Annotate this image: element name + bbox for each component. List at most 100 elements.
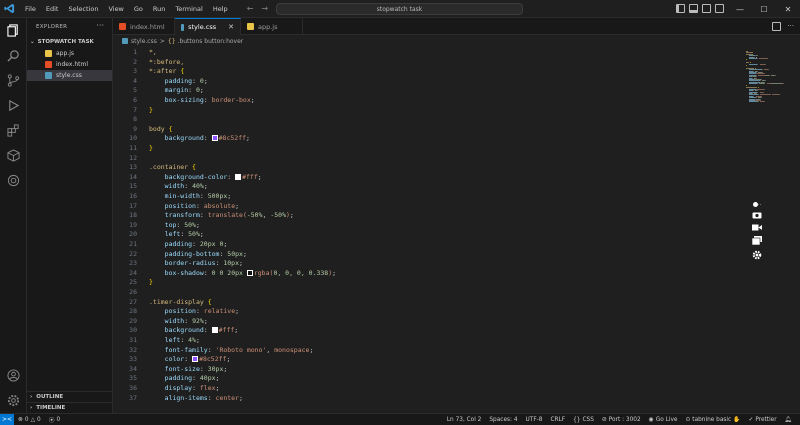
line-number: 32: [129, 345, 137, 354]
prettier-status[interactable]: ✓ Prettier: [744, 417, 780, 423]
file-tree: app.js index.html style.css: [27, 48, 112, 81]
token: display: [164, 384, 193, 392]
language-mode[interactable]: {} CSS: [569, 417, 598, 423]
chatgpt-icon[interactable]: [6, 173, 21, 188]
token: ;: [223, 240, 228, 248]
account-icon[interactable]: [6, 368, 21, 383]
palette-icon[interactable]: ··: [752, 200, 762, 209]
copy-icon[interactable]: [752, 236, 762, 245]
breadcrumb-file[interactable]: style.css: [131, 38, 157, 45]
menu-edit[interactable]: Edit: [41, 0, 64, 18]
camera-icon[interactable]: [752, 210, 762, 219]
menu-terminal[interactable]: Terminal: [170, 0, 207, 18]
go-live-button[interactable]: ◉ Go Live: [645, 417, 682, 423]
remote-indicator-icon[interactable]: ><: [0, 413, 14, 425]
extensions-icon[interactable]: [6, 123, 21, 138]
braces-icon: {}: [573, 417, 581, 423]
code-text: min-width: 500px;: [149, 191, 232, 201]
explorer-icon[interactable]: [6, 23, 21, 38]
gear-icon[interactable]: [752, 250, 762, 259]
token: padding-bottom: [164, 249, 220, 258]
line-number: 6: [133, 96, 137, 104]
notifications-bell-icon[interactable]: 🔔︎: [781, 417, 796, 423]
symbol-icon: {}: [167, 37, 176, 45]
split-editor-icon[interactable]: [772, 22, 782, 31]
line-number: 18: [129, 211, 137, 220]
code-text: align-items: center;: [149, 393, 243, 403]
token: width: [164, 182, 185, 191]
timeline-section[interactable]: › TIMELINE: [27, 402, 113, 413]
folder-stopwatch-task[interactable]: ⌄ STOPWATCH TASK: [27, 36, 112, 48]
encoding[interactable]: UTF-8: [522, 417, 547, 423]
menu-run[interactable]: Run: [148, 0, 170, 18]
file-item[interactable]: index.html: [27, 59, 112, 70]
file-label: index.html: [56, 61, 88, 68]
menu-go[interactable]: Go: [129, 0, 148, 18]
tab-label: index.html: [130, 22, 165, 31]
run-debug-icon[interactable]: [6, 98, 21, 113]
port-indicator[interactable]: ⊘ Port : 3002: [598, 417, 645, 423]
token: ;: [239, 259, 243, 268]
toggle-primary-sidebar-icon[interactable]: [676, 4, 685, 13]
tab-style-css[interactable]: style.css ✕: [175, 18, 241, 35]
tab-index-html[interactable]: index.html: [113, 18, 175, 35]
code-editor[interactable]: 1 *, 2 *:before, 3 *:after {4 padding: 0; 5 ma…: [113, 47, 743, 413]
token: :: [180, 336, 189, 344]
token: font-size: [164, 364, 200, 373]
line-ending[interactable]: CRLF: [546, 417, 569, 423]
menu-view[interactable]: View: [103, 0, 128, 18]
tabnine-status[interactable]: ⊙ tabnine basic ✋: [681, 417, 744, 423]
source-control-icon[interactable]: [6, 73, 21, 88]
command-center-search[interactable]: stopwatch task: [276, 3, 523, 15]
customize-layout-icon[interactable]: [715, 4, 724, 13]
code-line: 35 padding: 40px;: [113, 373, 743, 383]
forward-arrow-icon[interactable]: →: [261, 4, 268, 13]
file-item[interactable]: style.css: [27, 70, 112, 81]
settings-gear-icon[interactable]: [6, 393, 21, 408]
close-window-icon[interactable]: ✕: [776, 0, 800, 18]
outline-section[interactable]: › OUTLINE: [27, 391, 113, 402]
code-line: 33 color: #8c52ff;: [113, 354, 743, 364]
go-live-label: Go Live: [655, 417, 678, 423]
token: ;: [226, 355, 231, 364]
token: ;: [203, 182, 208, 191]
code-text: padding: 40px;: [149, 373, 220, 383]
color-swatch[interactable]: [211, 327, 218, 334]
toggle-panel-icon[interactable]: [689, 4, 698, 13]
minimap-line: [758, 58, 767, 59]
color-swatch[interactable]: [192, 356, 199, 363]
remote-explorer-icon[interactable]: [6, 148, 21, 163]
more-actions-icon[interactable]: ···: [787, 22, 794, 31]
token: rgba(: [253, 268, 274, 277]
indentation[interactable]: Spaces: 4: [485, 417, 521, 423]
more-actions-icon[interactable]: ···: [96, 21, 104, 30]
problems-indicator[interactable]: ⊗ 0 △ 0: [14, 417, 45, 423]
color-swatch[interactable]: [246, 269, 253, 276]
toggle-secondary-sidebar-icon[interactable]: [702, 4, 711, 13]
search-icon[interactable]: [6, 48, 21, 63]
token: top: [164, 220, 177, 229]
ports-indicator[interactable]: ⦿ 0: [45, 415, 65, 425]
line-number: 14: [129, 172, 137, 181]
line-number: 20: [129, 230, 137, 239]
breadcrumb-symbol[interactable]: .buttons button:hover: [178, 38, 244, 45]
menu-selection[interactable]: Selection: [63, 0, 103, 18]
tab-app-js[interactable]: app.js: [241, 18, 303, 35]
color-swatch[interactable]: [211, 135, 218, 142]
cursor-position[interactable]: Ln 73, Col 2: [443, 417, 486, 423]
color-swatch[interactable]: [235, 173, 242, 180]
menu-file[interactable]: File: [20, 0, 41, 18]
code-text: body {: [149, 124, 173, 134]
breadcrumb-separator: >: [159, 37, 165, 45]
minimize-icon[interactable]: —: [728, 0, 752, 18]
file-item[interactable]: app.js: [27, 48, 112, 59]
video-camera-icon[interactable]: [752, 223, 762, 232]
close-tab-icon[interactable]: ✕: [228, 23, 234, 31]
maximize-icon[interactable]: ☐: [752, 0, 776, 18]
menu-help[interactable]: Help: [208, 0, 233, 18]
back-arrow-icon[interactable]: ←: [247, 4, 254, 13]
minimap-line: [757, 63, 759, 65]
token: background-color: [164, 172, 228, 181]
